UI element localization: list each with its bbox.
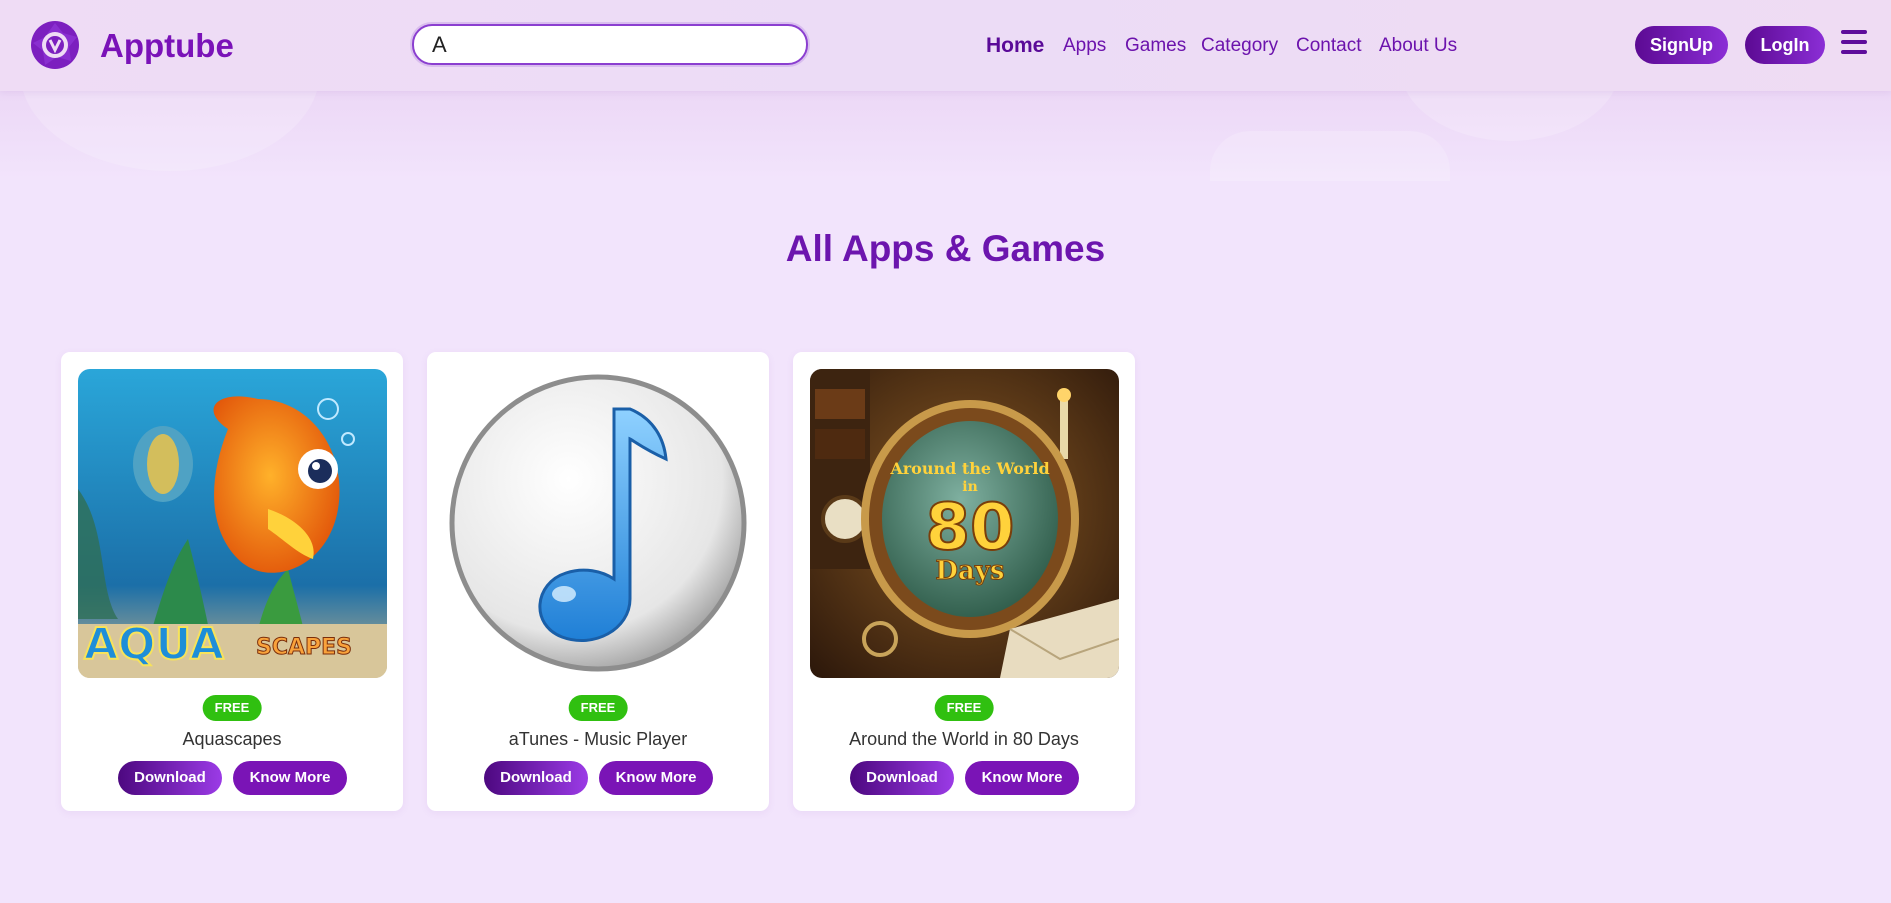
svg-text:Days: Days xyxy=(935,556,1004,586)
download-button[interactable]: Download xyxy=(118,761,222,795)
hamburger-icon[interactable] xyxy=(1841,30,1867,54)
know-more-button[interactable]: Know More xyxy=(233,761,347,795)
free-badge: FREE xyxy=(568,695,628,721)
download-button[interactable]: Download xyxy=(850,761,954,795)
top-header: Apptube Home Apps Games Category Contact… xyxy=(0,0,1891,91)
app-card: Around the World in 80 Days FREE Around … xyxy=(793,352,1135,811)
nav-contact[interactable]: Contact xyxy=(1296,34,1361,58)
download-button[interactable]: Download xyxy=(484,761,588,795)
know-more-button[interactable]: Know More xyxy=(965,761,1079,795)
app-card: FREE aTunes - Music Player Download Know… xyxy=(427,352,769,811)
nav-category[interactable]: Category xyxy=(1201,34,1278,58)
svg-text:Around the World: Around the World xyxy=(889,459,1049,478)
app-card: AQUA SCAPES FREE Aquascapes Download Kno… xyxy=(61,352,403,811)
nav-games[interactable]: Games xyxy=(1125,34,1186,58)
80-days-globe-image[interactable]: Around the World in 80 Days xyxy=(810,369,1119,678)
svg-text:SCAPES: SCAPES xyxy=(256,635,352,660)
signup-button[interactable]: SignUp xyxy=(1635,26,1728,64)
app-name: Aquascapes xyxy=(182,729,282,749)
app-name: aTunes - Music Player xyxy=(508,729,688,749)
svg-text:80: 80 xyxy=(925,491,1014,565)
search-input[interactable] xyxy=(412,24,808,65)
music-note-image[interactable] xyxy=(444,369,753,678)
brand-name[interactable]: Apptube xyxy=(100,26,234,66)
nav-home[interactable]: Home xyxy=(986,34,1044,58)
nav-apps[interactable]: Apps xyxy=(1063,34,1106,58)
nav-about-us[interactable]: About Us xyxy=(1379,34,1457,58)
apptube-logo-icon[interactable] xyxy=(29,19,81,71)
aquascapes-image[interactable]: AQUA SCAPES xyxy=(78,369,387,678)
svg-text:AQUA: AQUA xyxy=(84,619,224,670)
app-name: Around the World in 80 Days xyxy=(849,729,1079,749)
hero-background xyxy=(0,91,1891,181)
free-badge: FREE xyxy=(934,695,994,721)
know-more-button[interactable]: Know More xyxy=(599,761,713,795)
page-title: All Apps & Games xyxy=(785,228,1106,269)
login-button[interactable]: LogIn xyxy=(1745,26,1825,64)
free-badge: FREE xyxy=(202,695,262,721)
